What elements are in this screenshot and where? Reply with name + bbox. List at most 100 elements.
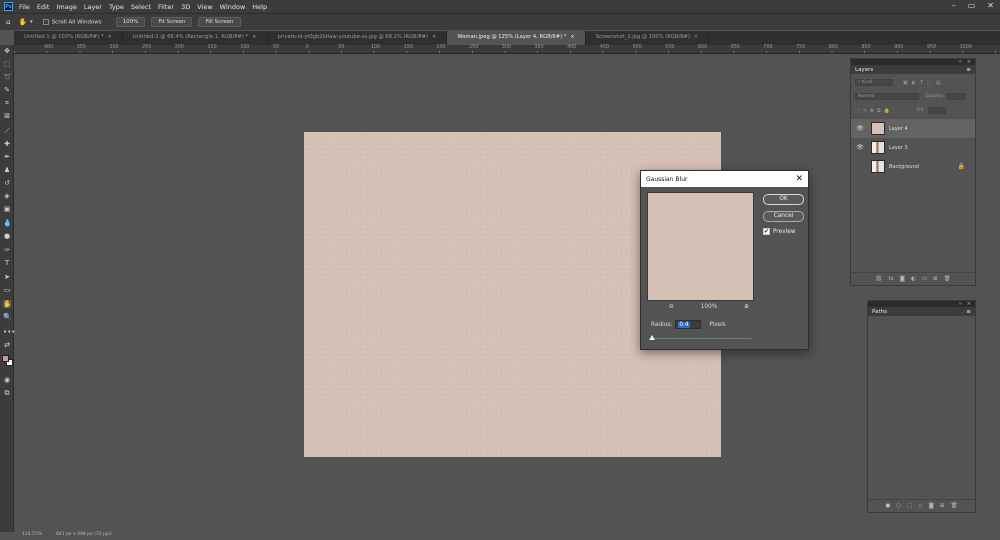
dodge-tool-icon[interactable]: ●	[3, 232, 11, 240]
foreground-color-swatch[interactable]	[2, 355, 9, 362]
menu-type[interactable]: Type	[109, 3, 124, 11]
screen-mode-icon[interactable]: ⧉	[3, 389, 11, 397]
minimize-icon[interactable]: –	[952, 1, 956, 10]
filter-type-icons[interactable]: ▣◐T⬚▤	[903, 80, 945, 86]
menu-filter[interactable]: Filter	[158, 3, 174, 11]
zoom-100-button[interactable]: 100%	[115, 17, 146, 27]
load-selection-icon[interactable]: ⬚	[907, 503, 912, 509]
layer-row-layer-3[interactable]: 👁 Layer 3	[851, 138, 975, 157]
photoshop-logo-icon[interactable]: Ps	[4, 2, 13, 11]
fill-input[interactable]	[927, 107, 946, 114]
preset-chevron-icon[interactable]: ▾	[30, 19, 33, 25]
maximize-icon[interactable]: ▭	[968, 1, 976, 10]
zoom-readout[interactable]: 124.57%	[22, 532, 42, 540]
tab-untitled-1[interactable]: Untitled-1 @ 103% (RGB/8#) * ×	[14, 31, 123, 45]
fx-icon[interactable]: fx	[888, 276, 893, 282]
visibility-eye-icon[interactable]: 👁	[855, 125, 865, 132]
preview-checkbox[interactable]: ✔	[763, 228, 770, 235]
zoom-in-icon[interactable]: ⊕	[744, 304, 749, 310]
close-tab-icon[interactable]: ×	[252, 34, 256, 40]
menu-select[interactable]: Select	[131, 3, 151, 11]
mask-icon[interactable]: ◙	[900, 276, 905, 282]
close-panel-icon[interactable]: ×	[967, 301, 971, 307]
fit-screen-button[interactable]: Fit Screen	[151, 17, 193, 27]
preview-toggle[interactable]: ✔ Preview	[763, 228, 796, 235]
trash-icon[interactable]: 🗑	[951, 503, 958, 509]
new-layer-icon[interactable]: ⊞	[933, 276, 938, 282]
close-tab-icon[interactable]: ×	[108, 34, 112, 40]
ok-button[interactable]: OK	[763, 194, 804, 205]
eraser-tool-icon[interactable]: ◈	[3, 192, 11, 200]
close-panel-icon[interactable]: ×	[967, 59, 971, 65]
collapse-icon[interactable]: »	[959, 301, 962, 307]
rectangle-tool-icon[interactable]: ▭	[3, 286, 11, 294]
menu-view[interactable]: View	[197, 3, 212, 11]
menu-edit[interactable]: Edit	[37, 3, 50, 11]
gradient-tool-icon[interactable]: ▣	[3, 205, 11, 213]
tab-screenshot-1[interactable]: Screenshot_1.jpg @ 100% (RGB/8#) ×	[586, 31, 710, 45]
layer-row-background[interactable]: Background 🔒	[851, 157, 975, 176]
quick-select-tool-icon[interactable]: ✎	[3, 86, 11, 94]
menu-layer[interactable]: Layer	[84, 3, 102, 11]
fill-path-icon[interactable]: ●	[886, 503, 891, 509]
menu-help[interactable]: Help	[252, 3, 267, 11]
more-tools-icon[interactable]: •••	[3, 328, 15, 336]
stroke-path-icon[interactable]: ○	[896, 503, 901, 509]
radius-input[interactable]: 0.4	[675, 320, 702, 329]
zoom-out-icon[interactable]: ⊖	[669, 304, 674, 310]
adjustment-icon[interactable]: ◐	[911, 276, 916, 282]
opacity-input[interactable]	[946, 93, 965, 100]
fill-screen-button[interactable]: Fill Screen	[198, 17, 241, 27]
add-mask-icon[interactable]: ◙	[929, 503, 934, 509]
type-tool-icon[interactable]: T	[3, 259, 11, 267]
horizontal-ruler[interactable]: 400 350 300 250 200 150 100 50 0 50 100 150 200 250 30…	[14, 45, 1000, 54]
blur-preview-area[interactable]	[647, 192, 754, 301]
stamp-tool-icon[interactable]: ♟	[3, 166, 11, 174]
close-icon[interactable]: ✕	[987, 1, 994, 10]
menu-window[interactable]: Window	[220, 3, 246, 11]
cancel-button[interactable]: Cancel	[763, 211, 804, 222]
collapse-icon[interactable]: »	[959, 59, 962, 65]
panel-menu-icon[interactable]: ≡	[966, 309, 971, 315]
marquee-tool-icon[interactable]: ⬚	[3, 60, 11, 68]
link-icon[interactable]: ⛓	[875, 276, 882, 282]
tab-youtube-ss[interactable]: private-id-yt0gb2btlaw-youtube-ss.jpg @ …	[268, 31, 448, 45]
radius-slider-thumb[interactable]	[649, 335, 656, 340]
dialog-title-bar[interactable]: Gaussian Blur ✕	[641, 171, 808, 187]
paths-panel-title[interactable]: Paths	[872, 309, 887, 315]
layer-row-layer-4[interactable]: 👁 Layer 4	[851, 119, 975, 138]
close-tab-icon[interactable]: ×	[432, 34, 436, 40]
zoom-tool-icon[interactable]: 🔍	[3, 313, 12, 321]
history-brush-tool-icon[interactable]: ↺	[3, 179, 11, 187]
blur-tool-icon[interactable]: 💧	[3, 219, 12, 227]
scroll-all-windows-checkbox[interactable]: Scroll All Windows	[42, 18, 102, 25]
move-tool-icon[interactable]: ✥	[3, 47, 11, 55]
radius-slider-track[interactable]	[651, 338, 751, 339]
hand-tool-icon[interactable]: ✋	[3, 300, 12, 308]
frame-tool-icon[interactable]: ⊠	[3, 112, 11, 120]
layers-panel-title[interactable]: Layers	[855, 67, 873, 73]
blend-mode-select[interactable]: Normal	[855, 93, 919, 100]
lasso-tool-icon[interactable]: ➰	[3, 73, 12, 81]
quick-mask-icon[interactable]: ◉	[3, 376, 11, 384]
close-tab-icon[interactable]: ×	[694, 34, 698, 40]
menu-image[interactable]: Image	[56, 3, 76, 11]
document-size[interactable]: 841 px x 498 px (72 ppi)	[56, 532, 112, 540]
trash-icon[interactable]: 🗑	[944, 276, 951, 282]
swap-colors-icon[interactable]: ⇄	[3, 341, 11, 349]
new-path-icon[interactable]: ⊞	[940, 503, 945, 509]
crop-tool-icon[interactable]: ⌗	[3, 99, 11, 107]
eyedropper-tool-icon[interactable]: ⟋	[3, 127, 11, 135]
menu-3d[interactable]: 3D	[181, 3, 190, 11]
path-selection-tool-icon[interactable]: ➤	[3, 273, 11, 281]
menu-file[interactable]: File	[19, 3, 30, 11]
group-icon[interactable]: ▭	[922, 276, 927, 282]
close-icon[interactable]: ✕	[795, 174, 803, 184]
layer-kind-filter[interactable]: ⌕ Kind	[855, 79, 893, 86]
home-icon[interactable]: ⌂	[6, 18, 10, 26]
tab-untitled-2[interactable]: Untitled-2 @ 68.4% (Rectangle 1, RGB/8#)…	[123, 31, 268, 45]
visibility-eye-icon[interactable]: 👁	[855, 144, 865, 151]
lock-options-icons[interactable]: ⬚✎✥⧉🔒	[855, 108, 893, 114]
close-tab-icon[interactable]: ×	[570, 34, 574, 40]
brush-tool-icon[interactable]: ✒	[3, 153, 11, 161]
